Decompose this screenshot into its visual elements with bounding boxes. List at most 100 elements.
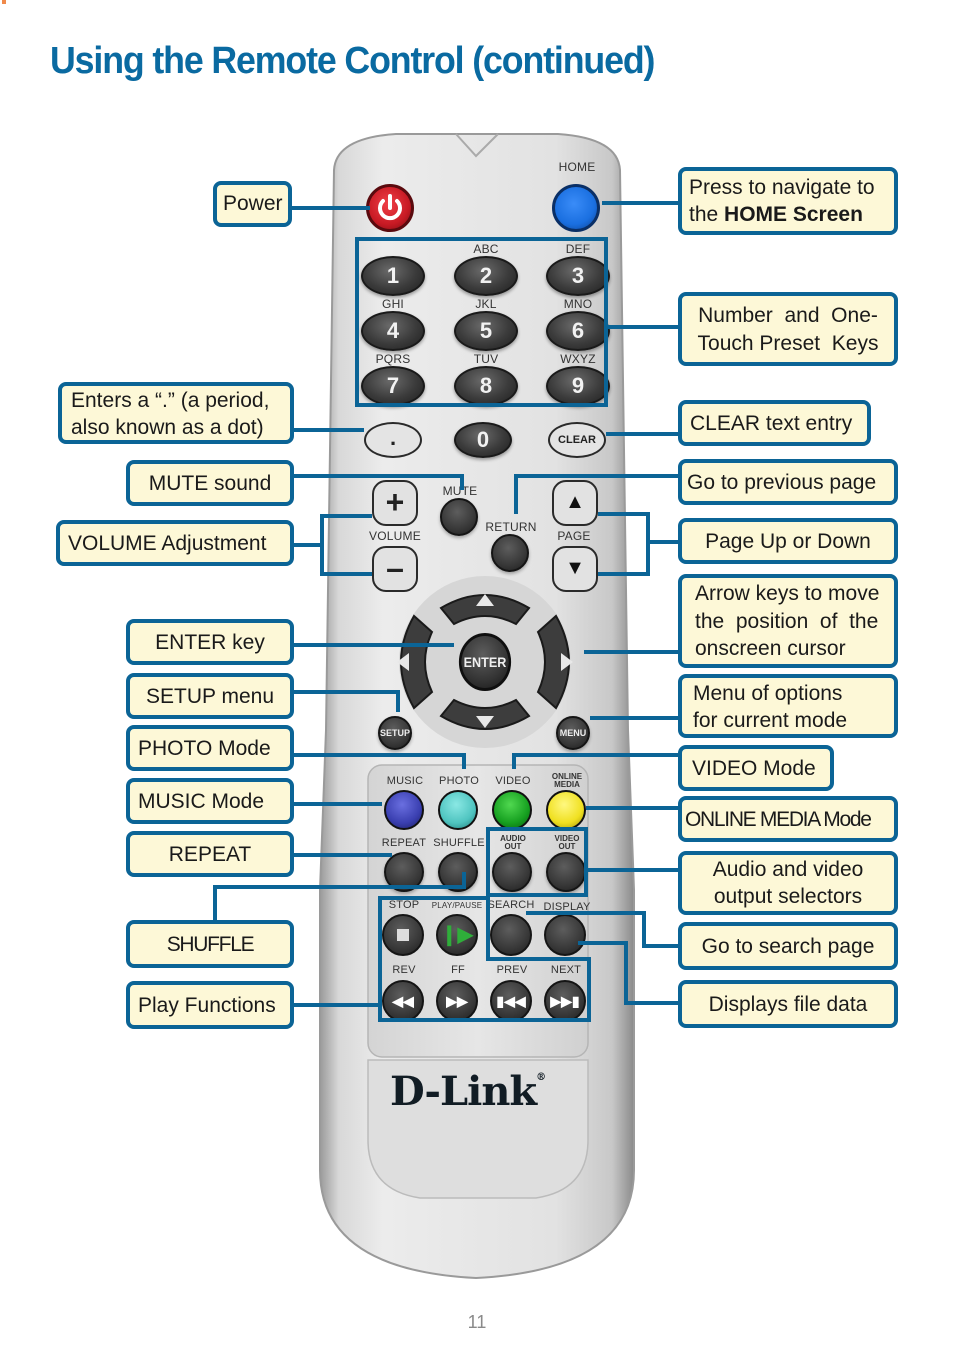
return-button[interactable] (491, 534, 529, 572)
music-mode-button[interactable] (384, 790, 424, 830)
callout-av-out-line2: output selectors (713, 885, 863, 908)
callout-home-line2-bold: HOME Screen (724, 203, 863, 226)
number-key-0[interactable]: 0 (454, 422, 512, 458)
arrow-down-button[interactable] (441, 700, 529, 742)
power-button[interactable] (366, 184, 414, 232)
connector-dot (292, 428, 364, 432)
connector-shuffle-v2 (462, 872, 466, 889)
callout-page: Page Up or Down (678, 518, 898, 564)
callout-page-text: Page Up or Down (705, 530, 871, 553)
callout-photo: PHOTO Mode (126, 725, 294, 771)
mute-button[interactable] (440, 498, 478, 536)
photo-mode-button[interactable] (438, 790, 478, 830)
connector-mute-h (292, 474, 464, 478)
enter-button[interactable]: ENTER (458, 633, 512, 691)
page-down-button[interactable]: ▼ (552, 546, 598, 592)
callout-home-line2-pre: the (689, 203, 725, 226)
callout-play: Play Functions (126, 981, 294, 1029)
video-mode-button[interactable] (492, 790, 532, 830)
connector-arrows (584, 650, 680, 654)
connector-mute-v (460, 474, 464, 490)
connector-volume-bracket (320, 514, 372, 576)
return-label: RETURN (485, 520, 537, 534)
connector-music (292, 802, 382, 806)
connector-display-h (578, 941, 628, 945)
display-button[interactable] (544, 914, 586, 956)
connector-shuffle-h (213, 885, 466, 889)
callout-search-text: Go to search page (701, 935, 875, 958)
dot-key[interactable]: . (364, 422, 422, 458)
callout-volume-text: VOLUME Adjustment (68, 532, 267, 555)
plus-icon: + (385, 484, 405, 520)
connector-clear (606, 432, 680, 436)
menu-button[interactable]: MENU (556, 716, 590, 750)
arrow-right-button[interactable] (538, 616, 582, 708)
connector-page-bracket (598, 512, 650, 576)
callout-home-line1: Press to navigate to (689, 176, 875, 199)
callout-mute: MUTE sound (126, 460, 294, 506)
callout-search: Go to search page (678, 922, 898, 970)
connector-online-media (586, 806, 680, 810)
connector-search-v (642, 911, 646, 947)
shuffle-label: SHUFFLE (433, 837, 485, 849)
volume-down-button[interactable]: – (372, 546, 418, 592)
connector-shuffle-v (213, 885, 217, 923)
connector-video-h (512, 753, 680, 757)
connector-repeat (292, 853, 392, 857)
callout-home: Press to navigate to the HOME Screen (678, 167, 898, 235)
callout-setup-text: SETUP menu (146, 685, 274, 708)
callout-repeat-text: REPEAT (168, 843, 252, 866)
minus-icon: – (386, 550, 404, 586)
callout-clear-text: CLEAR text entry (690, 412, 853, 435)
clear-key[interactable]: CLEAR (548, 422, 606, 458)
connector-return-v (514, 474, 518, 514)
callout-display: Displays file data (678, 980, 898, 1028)
callout-home-line2: the HOME Screen (689, 201, 887, 228)
page-number: 11 (467, 1312, 487, 1332)
callout-menu-line1: Menu of options (693, 682, 843, 705)
callout-music-text: MUSIC Mode (138, 790, 265, 813)
callout-arrows-line2: the position of the (695, 609, 879, 633)
arrow-left-button[interactable] (388, 616, 432, 708)
connector-setup-v (396, 690, 400, 712)
callout-enter: ENTER key (126, 619, 294, 665)
video-label: VIDEO (495, 775, 531, 787)
connector-photo-v (462, 753, 466, 769)
callout-arrows-line1: Arrow keys to move (695, 582, 880, 605)
callout-setup: SETUP menu (126, 673, 294, 719)
callout-power: Power (213, 181, 292, 227)
setup-button[interactable]: SETUP (378, 716, 412, 750)
home-button[interactable] (552, 184, 600, 232)
search-button[interactable] (490, 914, 532, 956)
callout-mute-text: MUTE sound (148, 472, 272, 495)
connector-return-h (514, 474, 680, 478)
callout-number-line1: Number and One- (698, 304, 878, 327)
callout-enter-text: ENTER key (155, 631, 265, 654)
callout-dot-line2: also known as a dot) (71, 416, 264, 439)
callout-repeat: REPEAT (126, 831, 294, 877)
connector-search-h (526, 911, 646, 915)
online-media-mode-button[interactable] (546, 790, 586, 830)
online-media-label-2: MEDIA (554, 780, 580, 789)
callout-return: Go to previous page (678, 459, 898, 505)
arrow-up-button[interactable] (441, 582, 529, 624)
callout-volume: VOLUME Adjustment (56, 520, 294, 566)
av-out-bracket (486, 827, 588, 897)
callout-online-media: ONLINE MEDIA Mode (678, 796, 898, 842)
callout-menu: Menu of options for current mode (678, 674, 898, 738)
connector-play (292, 1003, 380, 1007)
connector-enter (292, 643, 454, 647)
callout-arrows: Arrow keys to move the position of the o… (678, 574, 898, 668)
dlink-logo: D-Link® (390, 1068, 546, 1115)
volume-up-button[interactable]: + (372, 480, 418, 526)
connector-menu (590, 716, 680, 720)
callout-photo-text: PHOTO Mode (138, 737, 271, 760)
callout-dot-line1: Enters a “.” (a period, (71, 389, 270, 412)
callout-music: MUSIC Mode (126, 778, 294, 824)
callout-number-keys: Number and One- Touch Preset Keys (678, 292, 898, 366)
connector-power (290, 206, 370, 210)
connector-setup-h (292, 690, 400, 694)
page-up-button[interactable]: ▲ (552, 480, 598, 526)
callout-return-text: Go to previous page (687, 471, 877, 494)
callout-clear: CLEAR text entry (678, 400, 871, 446)
